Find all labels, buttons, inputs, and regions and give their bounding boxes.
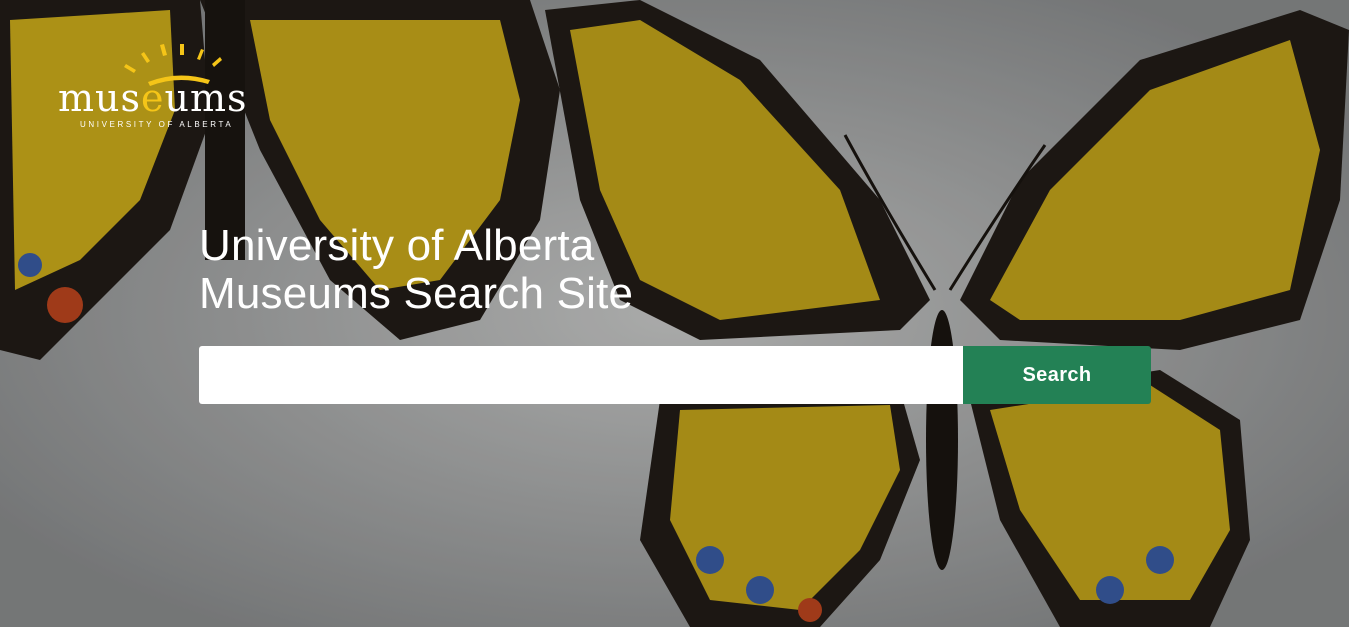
page-title-line-2: Museums Search Site xyxy=(199,269,634,318)
hero-banner: museums UNIVERSITY OF ALBERTA University… xyxy=(0,0,1349,627)
search-input[interactable] xyxy=(199,346,963,404)
logo-subtitle: UNIVERSITY OF ALBERTA xyxy=(80,120,234,129)
search-button[interactable]: Search xyxy=(963,346,1151,404)
museums-logo[interactable]: museums UNIVERSITY OF ALBERTA xyxy=(58,42,280,134)
page-title: University of Alberta Museums Search Sit… xyxy=(199,222,819,318)
logo-wordmark: museums xyxy=(58,76,248,120)
search-form: Search xyxy=(199,346,1151,404)
page-title-line-1: University of Alberta xyxy=(199,221,595,270)
